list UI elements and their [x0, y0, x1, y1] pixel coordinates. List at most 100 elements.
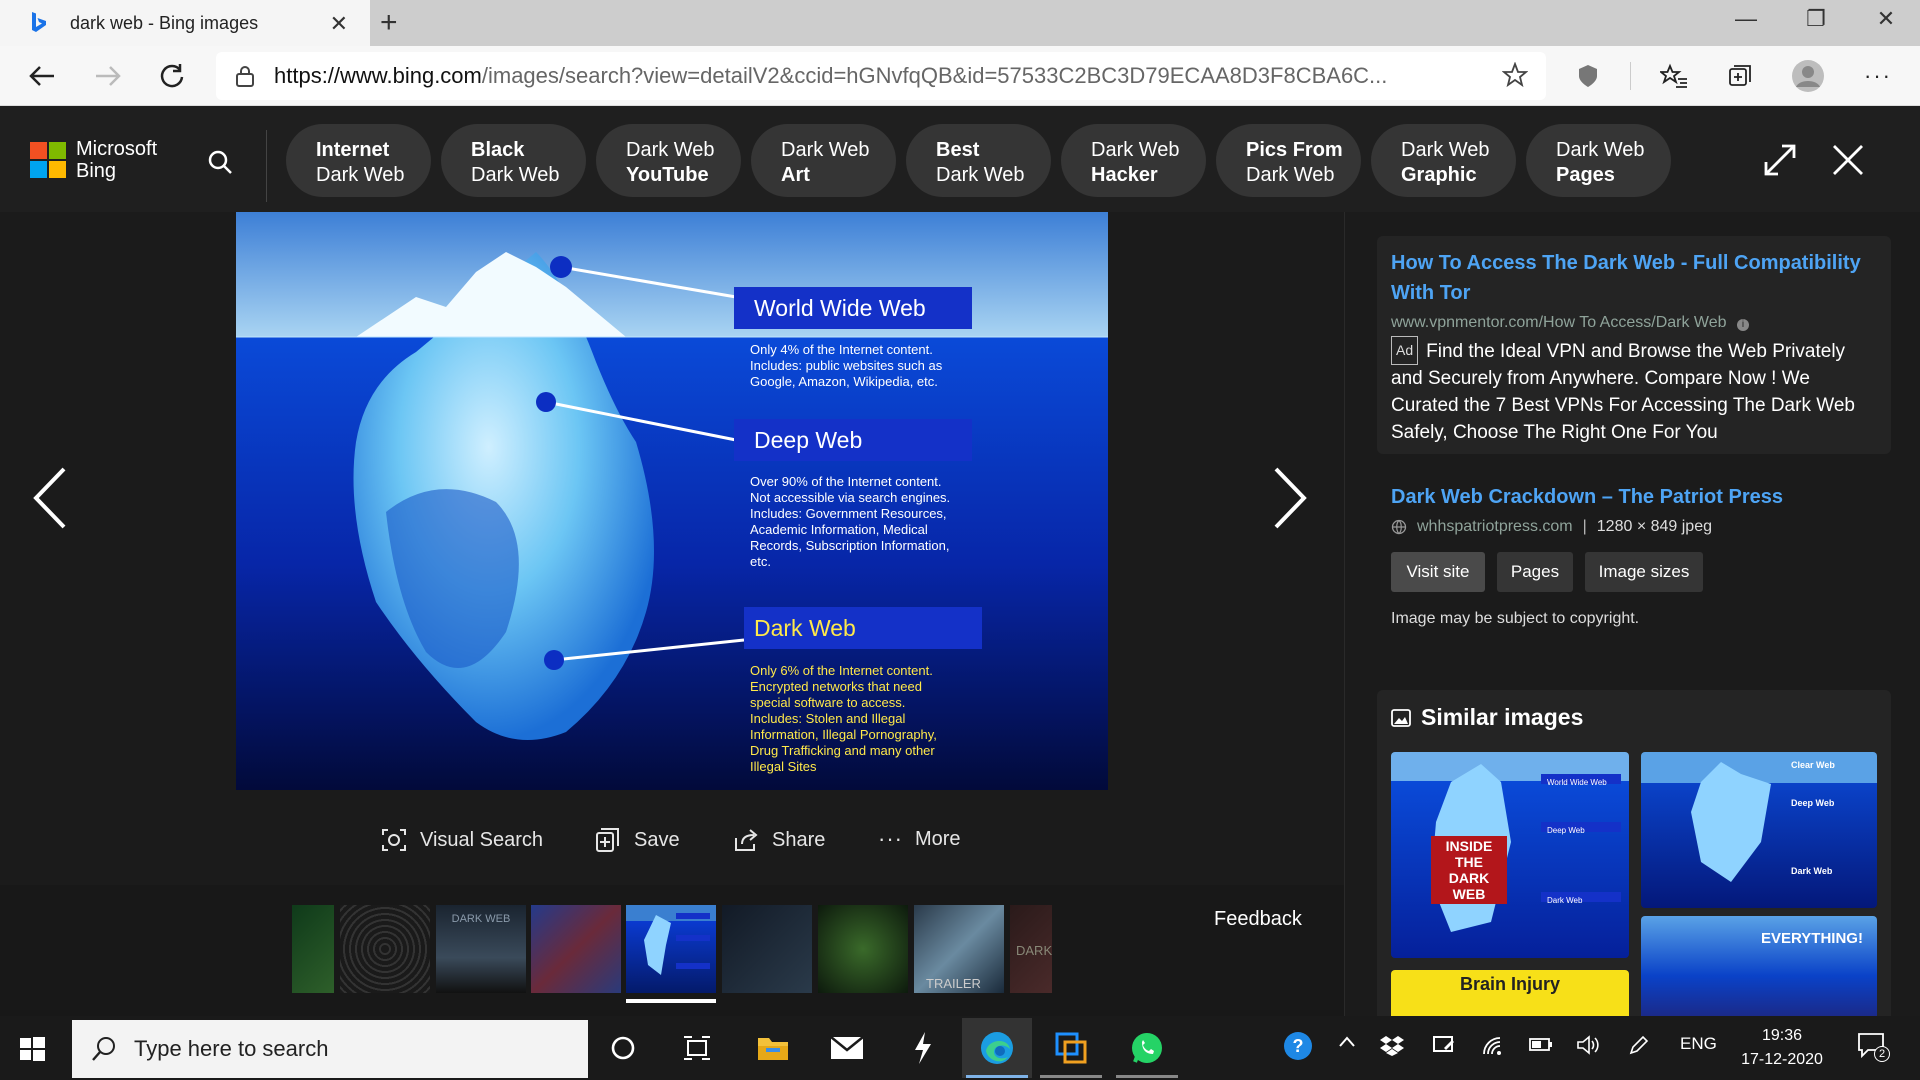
ad-title-link[interactable]: How To Access The Dark Web - Full Compat…	[1391, 248, 1877, 308]
clock[interactable]: 19:36 17-12-2020	[1732, 1024, 1832, 1072]
chip-dark-web-art[interactable]: Dark Web Art	[751, 124, 896, 197]
next-image-button[interactable]	[1270, 465, 1310, 536]
dropbox-tray-icon[interactable]	[1380, 1034, 1404, 1061]
similar-thumb-1[interactable]: INSIDE THE DARK WEB World Wide Web Deep …	[1391, 752, 1629, 958]
collections-button[interactable]	[1720, 56, 1760, 96]
settings-more-button[interactable]: ···	[1858, 56, 1898, 96]
chip-dark-web-hacker[interactable]: Dark Web Hacker	[1061, 124, 1206, 197]
more-button[interactable]: ··· More	[878, 826, 961, 852]
image-sizes-button[interactable]: Image sizes	[1585, 552, 1703, 592]
whatsapp-app[interactable]	[1112, 1018, 1182, 1078]
source-title-link[interactable]: Dark Web Crackdown – The Patriot Press	[1391, 482, 1877, 512]
close-window-button[interactable]: ✕	[1856, 6, 1916, 32]
profile-button[interactable]	[1788, 56, 1828, 96]
file-explorer-app[interactable]	[738, 1018, 808, 1078]
filmstrip-thumb[interactable]	[340, 905, 430, 993]
restore-button[interactable]: ❐	[1786, 6, 1846, 32]
visit-site-button[interactable]: Visit site	[1391, 552, 1485, 592]
volume-tray-icon[interactable]	[1576, 1034, 1600, 1061]
feedback-link[interactable]: Feedback	[1214, 908, 1302, 931]
filmstrip-thumb[interactable]: DARK WEB	[436, 905, 526, 993]
logo-line1: Microsoft	[76, 138, 158, 160]
back-arrow-icon	[29, 66, 54, 86]
filmstrip-thumb-selected[interactable]	[626, 905, 716, 993]
refresh-button[interactable]	[152, 56, 192, 96]
clock-date: 17-12-2020	[1741, 1051, 1823, 1068]
search-button[interactable]	[200, 142, 240, 182]
similar-thumb-3[interactable]: Brain Injury	[1391, 970, 1629, 1016]
filmstrip-thumb[interactable]	[292, 905, 334, 993]
favorite-star-icon[interactable]	[1502, 62, 1528, 88]
visual-search-button[interactable]: Visual Search	[380, 826, 543, 854]
action-center-button[interactable]: 2	[1856, 1030, 1890, 1067]
chevron-left-icon	[33, 467, 66, 529]
ad-url[interactable]: www.vpnmentor.com/How To Access/Dark Web	[1391, 314, 1727, 331]
ad-description: Find the Ideal VPN and Browse the Web Pr…	[1391, 341, 1855, 443]
input-language[interactable]: ENG	[1680, 1034, 1717, 1054]
help-tray-icon[interactable]: ?	[1282, 1030, 1314, 1067]
virtualbox-app[interactable]	[1036, 1018, 1106, 1078]
back-button[interactable]	[22, 56, 62, 96]
chip-internet-dark-web[interactable]: Internet Dark Web	[286, 124, 431, 197]
microsoft-bing-logo[interactable]: Microsoft Bing	[30, 138, 157, 182]
bing-favicon-icon	[32, 12, 46, 32]
expand-button[interactable]	[1762, 142, 1798, 183]
thumb-label: Clear Web	[1791, 760, 1835, 770]
svg-text:?: ?	[1293, 1036, 1304, 1056]
task-view-button[interactable]	[662, 1018, 732, 1078]
more-dots-icon: ···	[1864, 63, 1892, 88]
battery-tray-icon[interactable]	[1528, 1034, 1554, 1059]
show-hidden-icons-button[interactable]	[1338, 1034, 1356, 1053]
close-viewer-button[interactable]	[1830, 142, 1866, 183]
chip-dark-web-youtube[interactable]: Dark Web YouTube	[596, 124, 741, 197]
mail-app[interactable]	[812, 1018, 882, 1078]
forward-button[interactable]	[88, 56, 128, 96]
lock-icon[interactable]	[234, 65, 256, 87]
pages-button[interactable]: Pages	[1497, 552, 1573, 592]
source-domain[interactable]: whhspatriotpress.com	[1417, 518, 1573, 536]
start-button[interactable]	[16, 1032, 48, 1069]
main-image-dark-web-iceberg[interactable]: World Wide Web Deep Web Dark Web Only 4%…	[236, 212, 1108, 790]
filmstrip-thumb[interactable]	[818, 905, 908, 993]
task-view-icon	[684, 1036, 710, 1060]
tracking-prevention-button[interactable]	[1568, 56, 1608, 96]
favorites-button[interactable]	[1654, 56, 1694, 96]
previous-image-button[interactable]	[30, 465, 70, 536]
info-icon[interactable]: i	[1736, 319, 1749, 331]
chip-dark-web-pages[interactable]: Dark Web Pages	[1526, 124, 1671, 197]
globe-icon	[1391, 519, 1407, 535]
similar-thumb-2[interactable]: Clear Web Deep Web Dark Web	[1641, 752, 1877, 908]
chip-black-dark-web[interactable]: Black Dark Web	[441, 124, 586, 197]
chip-line1: Dark Web	[781, 139, 870, 161]
save-button[interactable]: Save	[594, 826, 680, 854]
chip-dark-web-graphic[interactable]: Dark Web Graphic	[1371, 124, 1516, 197]
logo-line2: Bing	[76, 160, 117, 182]
iceberg-thumb-icon	[644, 913, 710, 975]
minimize-button[interactable]: —	[1716, 6, 1776, 32]
forward-arrow-icon	[96, 66, 121, 86]
wifi-tray-icon[interactable]	[1480, 1034, 1504, 1061]
tab-close-icon[interactable]: ✕	[330, 11, 348, 37]
taskbar-search-box[interactable]: Type here to search	[72, 1020, 588, 1078]
meta-separator: |	[1582, 518, 1587, 535]
filmstrip-thumb[interactable]	[722, 905, 812, 993]
chip-best-dark-web[interactable]: Best Dark Web	[906, 124, 1051, 197]
screen-capture-tray-icon[interactable]	[1432, 1034, 1456, 1061]
browser-tab[interactable]: dark web - Bing images ✕	[0, 0, 370, 46]
avatar-icon	[1792, 60, 1824, 92]
filmstrip-thumb[interactable]: DARK	[1010, 905, 1052, 993]
filmstrip-thumb[interactable]: TRAILER	[914, 905, 1004, 993]
thumb-label: Deep Web	[1791, 798, 1835, 808]
winamp-app[interactable]	[888, 1018, 958, 1078]
new-tab-button[interactable]: +	[380, 6, 398, 40]
thumb-banner: INSIDE THE DARK WEB	[1431, 836, 1507, 904]
filmstrip-thumb[interactable]	[531, 905, 621, 993]
chip-pics-from-dark-web[interactable]: Pics From Dark Web	[1216, 124, 1361, 197]
cortana-button[interactable]	[588, 1018, 658, 1078]
chip-line1: Dark Web	[1401, 139, 1490, 161]
pen-tray-icon[interactable]	[1628, 1034, 1650, 1061]
similar-thumb-4[interactable]: EVERYTHING!	[1641, 916, 1877, 1016]
url-field[interactable]: https://www.bing.com/images/search?view=…	[216, 52, 1546, 100]
share-button[interactable]: Share	[732, 826, 825, 854]
edge-browser-app[interactable]	[962, 1018, 1032, 1078]
